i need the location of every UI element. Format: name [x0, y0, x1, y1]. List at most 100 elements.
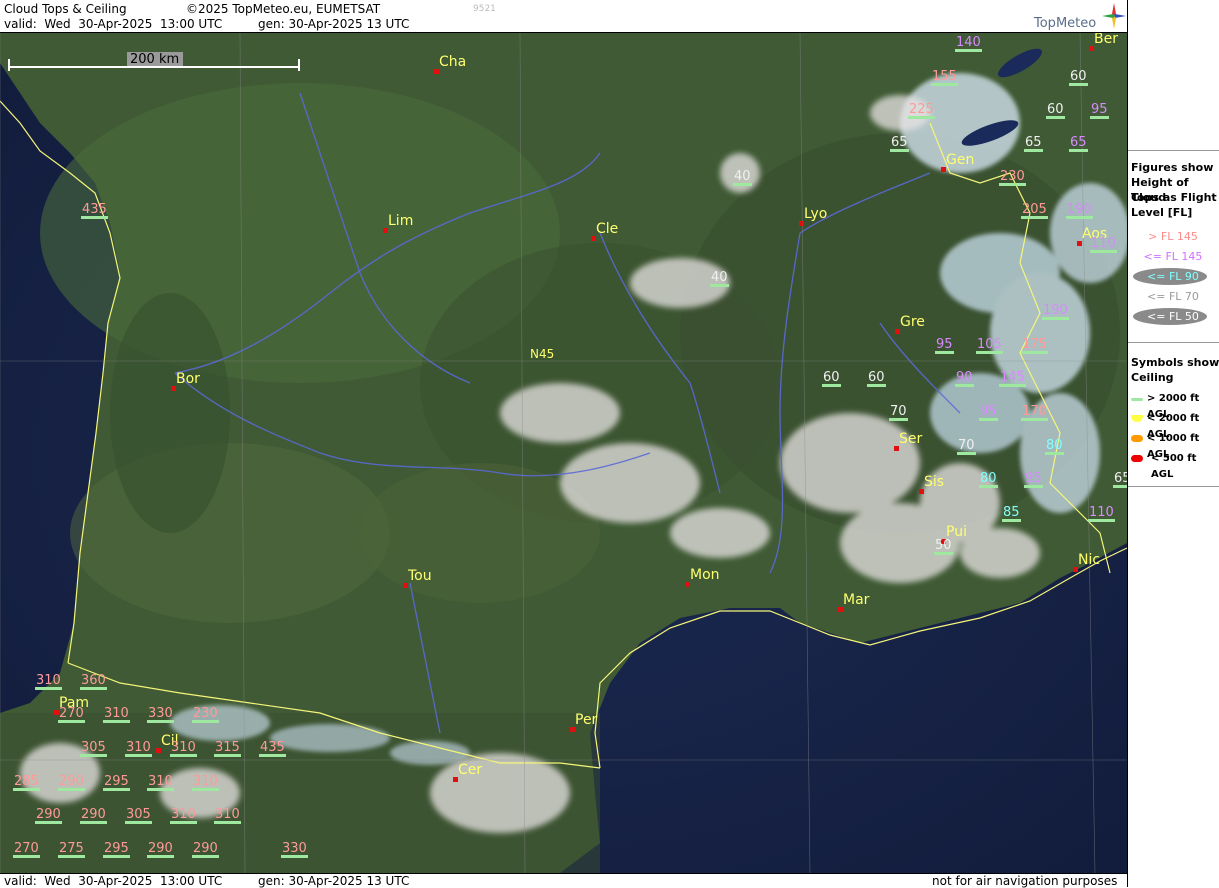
- city-label: Bor: [176, 371, 200, 387]
- legend-divider: [1128, 342, 1219, 343]
- legend-fl-70: <= FL 70: [1147, 290, 1199, 303]
- cloud-top-value: 330: [281, 841, 308, 858]
- cloud-top-value: 290: [35, 807, 62, 824]
- legend-divider: [1128, 486, 1219, 487]
- cloud-top-value: 110: [1088, 505, 1115, 522]
- symbols-title-line: Ceiling: [1131, 371, 1174, 384]
- footer-bar: valid: Wed 30-Apr-2025 13:00 UTC gen: 30…: [0, 873, 1127, 888]
- valid-time: valid: Wed 30-Apr-2025 13:00 UTC: [4, 17, 223, 31]
- cloud-top-value: 60: [822, 370, 841, 387]
- city-label: Gen: [946, 152, 975, 168]
- city-label: Lim: [388, 213, 414, 229]
- compass-logo-icon: [1102, 3, 1126, 29]
- city-label: Cha: [439, 54, 467, 70]
- cloud-top-value: 50: [934, 538, 953, 555]
- legend-fl-above-145: > FL 145: [1148, 230, 1198, 243]
- cloud-top-value: 290: [147, 841, 174, 858]
- cloud-top-value: 330: [147, 706, 174, 723]
- cloud-top-value: 435: [259, 740, 286, 757]
- cloud-top-value: 270: [13, 841, 40, 858]
- cloud-top-value: 310: [147, 774, 174, 791]
- legend-panel: Figures show Height of Cloud Tops as Fli…: [1127, 0, 1219, 887]
- cloud-top-value: 360: [80, 673, 107, 690]
- city-label: Tou: [408, 568, 432, 584]
- cloud-top-value: 145: [999, 370, 1026, 387]
- city-label: Cle: [596, 221, 619, 237]
- cloud-top-value: 70: [957, 438, 976, 455]
- city-label: Lyo: [804, 206, 828, 222]
- cloud-top-value: 310: [170, 740, 197, 757]
- cloud-top-value: 105: [976, 337, 1003, 354]
- header-bar: Cloud Tops & Ceiling ©2025 TopMeteo.eu, …: [0, 0, 1127, 33]
- cloud-top-value: 40: [733, 169, 752, 186]
- product-code: 9521: [473, 4, 496, 14]
- ceiling-below-2000: < 2000 ft AGL: [1131, 411, 1219, 440]
- cloud-top-value: 435: [81, 202, 108, 219]
- cloud-top-value: 310: [125, 740, 152, 757]
- legend-divider: [1128, 150, 1219, 151]
- ceiling-above-2000: > 2000 ft AGL: [1131, 391, 1219, 420]
- cloud-top-value: 305: [125, 807, 152, 824]
- cloud-top-value: 95: [1024, 471, 1043, 488]
- cloud-top-value: 60: [1046, 102, 1065, 119]
- cloud-top-value: 95: [1090, 102, 1109, 119]
- ceiling-symbol-icon: [1131, 435, 1143, 442]
- cloud-top-value: 65: [1113, 472, 1127, 488]
- cloud-top-value: 310: [192, 774, 219, 791]
- cloud-top-value: 65: [1024, 135, 1043, 152]
- legend-fl-50: <= FL 50: [1147, 310, 1199, 323]
- cloud-top-value: 155: [931, 69, 958, 86]
- cloud-top-value: 310: [103, 706, 130, 723]
- cloud-top-value: 65: [890, 135, 909, 152]
- cloud-top-value: 80: [979, 471, 998, 488]
- city-label: Per: [575, 712, 598, 728]
- city-label: Gre: [900, 314, 925, 330]
- cloud-top-value: 175: [1021, 337, 1048, 354]
- city-label: Cer: [458, 762, 483, 778]
- cloud-top-value: 140: [955, 35, 982, 52]
- ceiling-symbol-icon: [1131, 415, 1143, 422]
- cloud-top-value: 295: [103, 774, 130, 791]
- ceiling-below-1000: < 1000 ft AGL: [1131, 431, 1219, 460]
- cloud-top-value: 85: [1002, 505, 1021, 522]
- city-label: Sis: [924, 474, 945, 490]
- copyright: ©2025 TopMeteo.eu, EUMETSAT: [186, 2, 381, 16]
- latitude-label: N45: [530, 347, 555, 361]
- cloud-top-value: 290: [192, 841, 219, 858]
- cloud-top-value: 95: [979, 404, 998, 421]
- legend-fl-145: <= FL 145: [1143, 250, 1203, 263]
- cloud-top-value: 60: [1069, 69, 1088, 86]
- scale-label: 200 km: [130, 52, 180, 67]
- city-label: Nic: [1078, 552, 1101, 568]
- ceiling-symbol-icon: [1131, 455, 1143, 462]
- cloud-top-value: 305: [80, 740, 107, 757]
- satellite-map[interactable]: 200 km N45 Cha Ber Gen Lim Cle Lyo Aos Gre Bor Se…: [0, 33, 1127, 873]
- cloud-top-value: 270: [58, 706, 85, 723]
- cloud-top-value: 310: [214, 807, 241, 824]
- cloud-top-value: 70: [889, 404, 908, 421]
- cloud-top-value: 65: [1069, 135, 1088, 152]
- cloud-top-value: 290: [80, 807, 107, 824]
- legend-title-line: Figures show: [1131, 161, 1214, 174]
- city-label: Mon: [690, 567, 720, 583]
- cloud-top-value: 205: [1021, 202, 1048, 219]
- cloud-top-value: 275: [58, 841, 85, 858]
- cloud-top-value: 295: [103, 841, 130, 858]
- topmeteo-logo: TopMeteo: [1034, 16, 1097, 31]
- ceiling-symbol-icon: [1131, 398, 1143, 401]
- cloud-top-value: 290: [58, 774, 85, 791]
- footer-generation-time: gen: 30-Apr-2025 13 UTC: [258, 874, 410, 888]
- city-label: Mar: [843, 592, 870, 608]
- legend-title-line: Level [FL]: [1131, 206, 1193, 219]
- cloud-top-value: 310: [35, 673, 62, 690]
- legend-fl-90: <= FL 90: [1147, 270, 1199, 283]
- footer-valid-time: valid: Wed 30-Apr-2025 13:00 UTC: [4, 874, 223, 888]
- cloud-top-value: 225: [908, 102, 935, 119]
- disclaimer: not for air navigation purposes: [932, 874, 1118, 888]
- cloud-top-value: 230: [999, 169, 1026, 186]
- legend-title-line: Tops as Flight: [1131, 191, 1217, 204]
- cloud-top-value: 230: [192, 706, 219, 723]
- cloud-top-value: 285: [13, 774, 40, 791]
- cloud-top-value: 60: [867, 370, 886, 387]
- cloud-top-value: 170: [1021, 404, 1048, 421]
